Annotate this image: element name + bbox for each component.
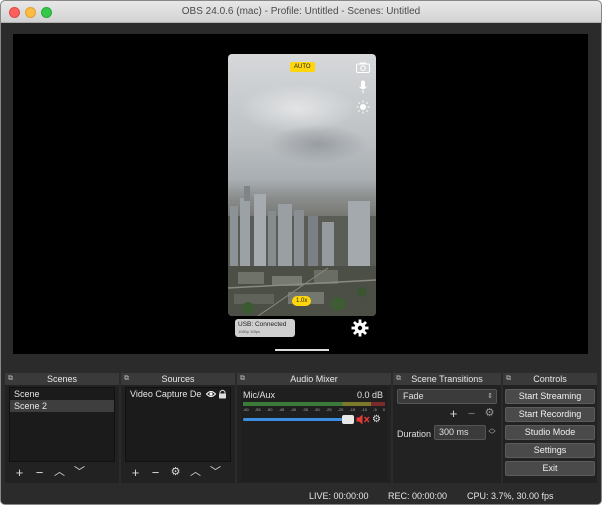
add-transition-button[interactable]: +	[447, 407, 460, 420]
scenes-title: Scenes	[46, 374, 78, 384]
duration-input[interactable]: 300 ms	[434, 425, 486, 440]
meter-scale-tick: -40	[290, 407, 297, 412]
controls-title: Controls	[533, 374, 567, 384]
meter-scale-tick: -5	[373, 407, 377, 412]
scenes-toolbar: + − ︿ ﹀	[9, 464, 86, 481]
audio-mixer-header: ⧉ Audio Mixer	[237, 373, 391, 385]
add-scene-button[interactable]: +	[13, 466, 26, 479]
studio-mode-button[interactable]: Studio Mode	[505, 425, 595, 440]
select-updown-icon: ⇕	[487, 393, 493, 400]
transition-select[interactable]: Fade ⇕	[397, 389, 497, 404]
home-indicator	[275, 349, 329, 351]
sources-panel: ⧉ Sources Video Capture De + − ⚙ ︿ ﹀	[121, 373, 235, 483]
lock-icon[interactable]	[218, 389, 227, 399]
scenes-header: ⧉ Scenes	[5, 373, 119, 385]
sources-toolbar: + − ⚙ ︿ ﹀	[125, 464, 222, 481]
zoom-badge: 1.0x	[292, 296, 312, 306]
move-scene-down-button[interactable]: ﹀	[73, 466, 86, 479]
remove-source-button[interactable]: −	[149, 466, 162, 479]
scene-transitions-header: ⧉ Scene Transitions	[393, 373, 501, 385]
meter-scale-tick: -15	[349, 407, 356, 412]
status-bar: LIVE: 00:00:00 REC: 00:00:00 CPU: 3.7%, …	[1, 486, 601, 504]
live-timer: LIVE: 00:00:00	[309, 491, 369, 501]
move-scene-up-button[interactable]: ︿	[53, 466, 66, 479]
audio-mixer-title: Audio Mixer	[290, 374, 338, 384]
meter-scale-tick: -20	[337, 407, 344, 412]
muted-speaker-icon[interactable]	[356, 414, 370, 425]
source-item-label: Video Capture De	[130, 389, 202, 399]
dock-float-icon[interactable]: ⧉	[240, 375, 245, 383]
usb-status-subtext: 1080p 30fps	[238, 329, 261, 334]
scenes-list[interactable]: Scene Scene 2	[9, 387, 115, 462]
controls-header: ⧉ Controls	[503, 373, 597, 385]
move-source-up-button[interactable]: ︿	[189, 466, 202, 479]
preview-canvas[interactable]: AUTO 1.0x USB: Connected 1080p 30fps	[13, 34, 588, 354]
channel-settings-gear-icon[interactable]: ⚙	[372, 414, 381, 425]
microphone-icon	[359, 80, 367, 93]
usb-status-text: USB: Connected	[238, 321, 287, 328]
duration-stepper[interactable]: ︿ ﹀	[487, 425, 497, 440]
volume-slider-handle[interactable]	[342, 415, 354, 424]
scene-transitions-panel: ⧉ Scene Transitions Fade ⇕ + − ⚙ Duratio…	[393, 373, 501, 483]
mixer-channel-area: Mic/Aux 0.0 dB -60 -55 -50 -45 -40 -35 -…	[241, 387, 387, 481]
sources-header: ⧉ Sources	[121, 373, 235, 385]
meter-scale-tick: -45	[278, 407, 285, 412]
obs-window: OBS 24.0.6 (mac) - Profile: Untitled - S…	[0, 0, 602, 505]
scene-item[interactable]: Scene	[10, 388, 114, 400]
brightness-icon	[356, 100, 370, 114]
city-skyline-image	[228, 186, 376, 316]
cpu-fps-stats: CPU: 3.7%, 30.00 fps	[467, 491, 554, 501]
duration-label: Duration	[397, 429, 432, 439]
meter-scale-tick: -60	[243, 407, 249, 412]
sky-cloud	[268, 124, 368, 164]
meter-scale-tick: -25	[325, 407, 332, 412]
controls-panel: ⧉ Controls Start Streaming Start Recordi…	[503, 373, 597, 483]
camera-icon	[356, 62, 370, 73]
dock-float-icon[interactable]: ⧉	[124, 375, 129, 383]
transition-toolbar: + − ⚙	[447, 406, 497, 420]
meter-scale-tick: -55	[254, 407, 261, 412]
dock-float-icon[interactable]: ⧉	[506, 375, 511, 383]
meter-scale: -60 -55 -50 -45 -40 -35 -30 -25 -20 -15 …	[243, 407, 385, 412]
meter-scale-tick: -30	[313, 407, 320, 412]
transition-properties-gear-icon[interactable]: ⚙	[483, 407, 496, 420]
sources-list[interactable]: Video Capture De	[125, 387, 231, 462]
volume-meter	[243, 402, 385, 406]
auto-badge: AUTO	[290, 62, 315, 72]
sources-title: Sources	[161, 374, 195, 384]
remove-transition-button[interactable]: −	[465, 407, 478, 420]
exit-button[interactable]: Exit	[505, 461, 595, 476]
move-source-down-button[interactable]: ﹀	[209, 466, 222, 479]
settings-button[interactable]: Settings	[505, 443, 595, 458]
video-capture-preview: AUTO 1.0x	[228, 54, 376, 316]
remove-scene-button[interactable]: −	[33, 466, 46, 479]
rec-timer: REC: 00:00:00	[388, 491, 448, 501]
channel-level: 0.0 dB	[356, 390, 383, 400]
dock-float-icon[interactable]: ⧉	[8, 375, 13, 383]
meter-scale-tick: -35	[302, 407, 308, 412]
channel-name: Mic/Aux	[243, 390, 276, 400]
meter-scale-tick: 0	[382, 407, 385, 412]
visibility-eye-icon[interactable]	[206, 390, 216, 398]
title-bar: OBS 24.0.6 (mac) - Profile: Untitled - S…	[1, 1, 601, 23]
start-recording-button[interactable]: Start Recording	[505, 407, 595, 422]
add-source-button[interactable]: +	[129, 466, 142, 479]
volume-slider-track[interactable]	[243, 418, 353, 421]
start-streaming-button[interactable]: Start Streaming	[505, 389, 595, 404]
source-item[interactable]: Video Capture De	[126, 388, 230, 400]
window-title: OBS 24.0.6 (mac) - Profile: Untitled - S…	[181, 6, 421, 17]
meter-scale-tick: -10	[361, 407, 368, 412]
dock-float-icon[interactable]: ⧉	[396, 375, 401, 383]
source-properties-gear-icon[interactable]: ⚙	[169, 466, 182, 479]
scene-transitions-title: Scene Transitions	[411, 374, 483, 384]
usb-status-badge: USB: Connected 1080p 30fps	[235, 319, 295, 337]
scene-item-selected[interactable]: Scene 2	[10, 400, 114, 412]
meter-scale-tick: -50	[266, 407, 273, 412]
transition-select-value: Fade	[403, 391, 424, 401]
audio-mixer-panel: ⧉ Audio Mixer Mic/Aux 0.0 dB -60 -55 -50…	[237, 373, 391, 483]
gear-icon	[351, 319, 369, 337]
scenes-panel: ⧉ Scenes Scene Scene 2 + − ︿ ﹀	[5, 373, 119, 483]
